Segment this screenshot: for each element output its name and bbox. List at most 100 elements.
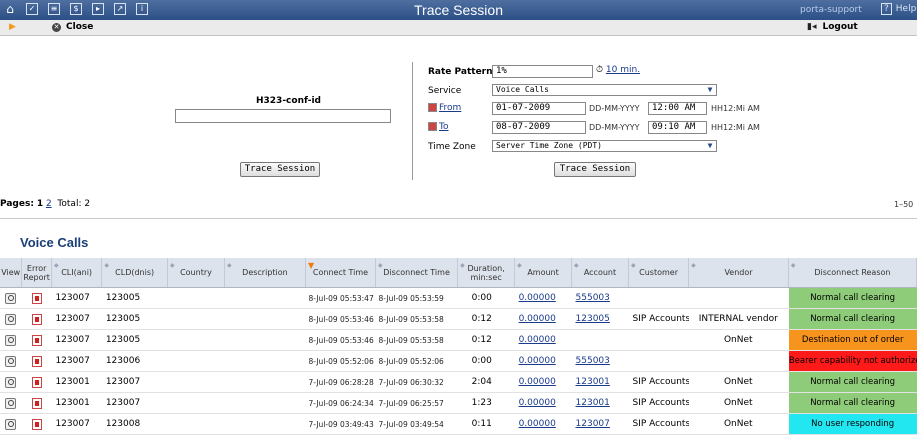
view-icon[interactable] [5,313,17,325]
col-customer[interactable]: ◆ Customer [628,258,690,288]
col-cli[interactable]: ◆ CLI(ani) [51,258,103,288]
col-amount[interactable]: ◆ Amount [514,258,573,288]
error-report-icon[interactable] [31,292,42,304]
cld-cell: 123005 [101,308,168,330]
view-icon[interactable] [5,334,17,346]
col-description[interactable]: ◆ Description [224,258,306,288]
col-country[interactable]: ◆ Country [167,258,225,288]
pager-page-2[interactable]: 2 [46,199,52,209]
close-label: Close [66,22,94,32]
col-vendor[interactable]: ◆ Vendor [688,258,789,288]
pager-total: Total: 2 [57,199,91,209]
chevron-down-icon: ▼ [707,141,713,150]
rate-pattern-input[interactable]: 1% [492,65,593,78]
view-cell [0,350,22,372]
account-link[interactable]: 123001 [576,377,610,387]
col-duration[interactable]: ◆ Duration, min:sec [457,258,516,288]
error-report-icon[interactable] [31,355,42,367]
col-cld[interactable]: ◆ CLD(dnis) [101,258,168,288]
table-row: 123007 123005 8-Jul-09 05:53:46 8-Jul-09 05… [0,329,917,351]
account-link[interactable]: 555003 [576,356,610,366]
amount-link[interactable]: 0.00000 [519,293,556,303]
amount-link[interactable]: 0.00000 [519,314,556,324]
to-time-input[interactable]: 09:10 AM [648,121,707,134]
cli-cell: 123007 [51,413,102,435]
sort-icon: ◆ [170,262,175,269]
to-link[interactable]: To [428,122,448,132]
col-account[interactable]: ◆ Account [571,258,629,288]
from-date-input[interactable]: 01-07-2009 [492,102,586,115]
sort-desc-icon: ▼ [307,261,315,270]
logout-label: Logout [822,22,858,32]
error-report-cell [21,413,52,435]
rate-pattern-label: Rate Pattern [428,67,493,77]
error-report-icon[interactable] [31,397,42,409]
customer-cell [628,329,689,351]
account-cell: 123001 [571,392,629,414]
error-report-icon[interactable] [31,376,42,388]
from-time-input[interactable]: 12:00 AM [648,102,707,115]
clock-icon: ⏱ [596,65,604,75]
disconnect-reason-cell: Destination out of order [787,329,917,351]
timezone-select[interactable]: Server Time Zone (PDT) ▼ [492,140,717,152]
logout-button[interactable]: ▮◂ Logout [807,22,858,32]
service-select[interactable]: Voice Calls ▼ [492,84,717,96]
col-country-label: Country [180,268,212,277]
amount-link[interactable]: 0.00000 [519,335,556,345]
error-report-icon[interactable] [31,313,42,325]
table-row: 123001 123007 7-Jul-09 06:24:34 7-Jul-09 06… [0,392,917,414]
view-icon[interactable] [5,418,17,430]
view-icon[interactable] [5,355,17,367]
close-button[interactable]: ✕ Close [52,22,93,32]
account-link[interactable]: 123005 [576,314,610,324]
from-label[interactable]: From [439,103,461,113]
amount-link[interactable]: 0.00000 [519,398,556,408]
cld-cell: 123008 [101,413,168,435]
connect-time-cell: 8-Jul-09 05:53:47 [305,287,376,309]
country-cell [167,329,225,351]
amount-cell: 0.00000 [514,371,572,393]
page-title: Trace Session [414,2,503,18]
amount-link[interactable]: 0.00000 [519,356,556,366]
vendor-cell: OnNet [688,413,789,435]
expand-arrow-icon[interactable]: ▶ [9,22,16,32]
disconnect-reason-cell: Normal call clearing [787,287,917,309]
cld-cell: 123005 [101,329,168,351]
col-connect-time[interactable]: ▼ Connect Time [305,258,377,288]
error-report-icon[interactable] [31,418,42,430]
col-error-report: Error Report [21,258,52,288]
account-link[interactable]: 555003 [576,293,610,303]
amount-link[interactable]: 0.00000 [519,377,556,387]
amount-cell: 0.00000 [514,308,572,330]
col-disconnect-reason[interactable]: ◆ Disconnect Reason [788,258,917,288]
rate-interval-link[interactable]: 10 min. [606,65,640,75]
trace-session-button-left[interactable]: Trace Session [240,162,320,177]
help-link[interactable]: ? Help [881,3,916,15]
view-icon[interactable] [5,292,17,304]
account-link[interactable]: 123001 [576,398,610,408]
disconnect-reason-cell: Normal call clearing [787,392,917,414]
h323-conf-id-input[interactable] [175,109,391,123]
amount-link[interactable]: 0.00000 [519,419,556,429]
to-label[interactable]: To [439,122,448,132]
vendor-cell: OnNet [688,392,789,414]
duration-cell: 0:12 [457,308,515,330]
sort-icon: ◆ [574,262,579,269]
col-disconnect-time[interactable]: ◆ Disconnect Time [375,258,459,288]
description-cell [224,308,306,330]
account-link[interactable]: 123007 [576,419,610,429]
action-bar: ▶ ✕ Close ▮◂ Logout [0,20,917,36]
from-link[interactable]: From [428,103,461,113]
view-icon[interactable] [5,397,17,409]
connect-time-cell: 7-Jul-09 06:28:28 [305,371,376,393]
rate-interval[interactable]: ⏱ 10 min. [596,65,640,75]
calendar-icon [428,103,437,112]
view-icon[interactable] [5,376,17,388]
description-cell [224,287,306,309]
connect-time-cell: 8-Jul-09 05:53:46 [305,329,376,351]
cld-cell: 123007 [101,371,168,393]
to-date-input[interactable]: 08-07-2009 [492,121,586,134]
trace-session-button-right[interactable]: Trace Session [554,162,636,177]
description-cell [224,329,306,351]
error-report-icon[interactable] [31,334,42,346]
